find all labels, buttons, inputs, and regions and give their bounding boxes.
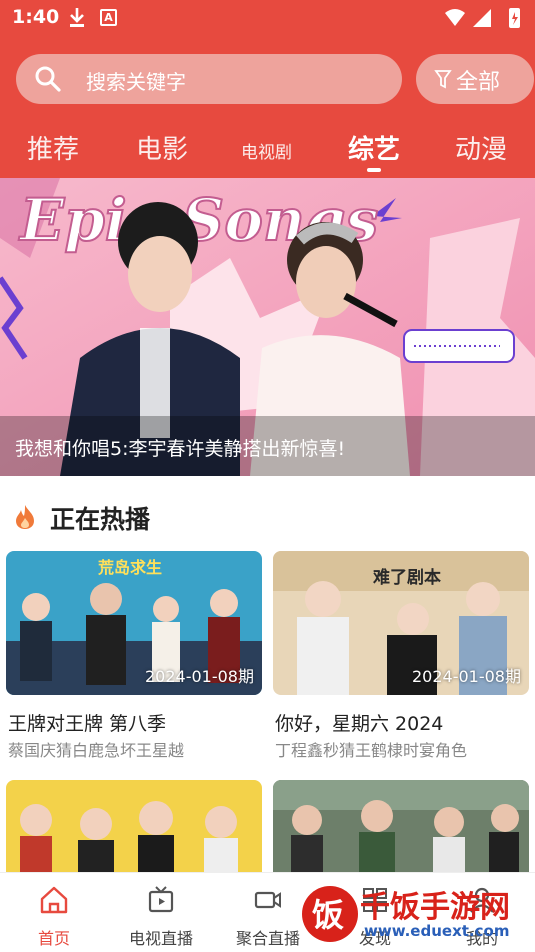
nav-home[interactable]: 首页: [4, 873, 104, 952]
status-icons: [445, 8, 520, 28]
filter-button[interactable]: 全部: [416, 54, 534, 104]
wifi-icon: [445, 9, 465, 26]
nav-tv-live[interactable]: 电视直播: [111, 873, 211, 952]
status-time: 1:40: [12, 6, 60, 28]
nav-label: 电视直播: [128, 929, 193, 948]
nav-label: 首页: [37, 929, 70, 948]
card-title: 你好，星期六 2024: [275, 713, 444, 735]
svg-text:饭: 饭: [312, 896, 344, 934]
episode-badge: 2024-01-08期: [412, 667, 521, 686]
banner-caption: 我想和你唱5:李宇春许美静搭出新惊喜!: [15, 438, 346, 460]
tab-tv-series[interactable]: 电视剧: [241, 138, 292, 163]
active-tab-indicator: [367, 168, 381, 172]
card-thumbnail: 难了剧本 2024-01-08期: [273, 551, 529, 695]
episode-badge: 2024-01-08期: [145, 667, 254, 686]
search-placeholder: 搜索关键字: [86, 70, 186, 94]
flame-icon: [16, 505, 34, 529]
tv-icon: [148, 886, 174, 913]
banner-carousel[interactable]: Epic Songs 我想和你唱5:李宇春许美静搭出新惊喜!: [0, 178, 535, 476]
watermark: 饭 千饭手游网 www.eduext.com: [300, 880, 530, 948]
card-title: 王牌对王牌 第八季: [8, 713, 167, 735]
tab-movie[interactable]: 电影: [136, 129, 188, 166]
status-bar: 1:40 A: [0, 0, 535, 36]
search-icon: [35, 66, 61, 92]
card-thumbnail: 荒岛求生 2024-01-08期: [6, 551, 262, 695]
card-subtitle: 蔡国庆猜白鹿急坏王星越: [8, 741, 185, 760]
search-bar[interactable]: 搜索关键字: [16, 54, 402, 104]
watermark-url: www.eduext.com: [364, 922, 510, 940]
filter-label: 全部: [456, 70, 501, 95]
tab-variety[interactable]: 综艺: [348, 129, 400, 166]
signal-icon: [473, 9, 491, 27]
card-thumbnail[interactable]: [273, 780, 529, 872]
watermark-brand: 千饭手游网: [360, 890, 510, 925]
tab-recommend[interactable]: 推荐: [27, 129, 79, 166]
card-thumb-text: 荒岛求生: [97, 558, 162, 577]
filter-icon: [434, 70, 452, 89]
notification-a-icon: A: [100, 9, 117, 26]
home-icon: [40, 886, 68, 914]
card-thumb-text: 难了剧本: [372, 567, 441, 588]
watermark-logo: 饭: [302, 886, 358, 942]
tab-anime[interactable]: 动漫: [455, 129, 507, 166]
card-subtitle: 丁程鑫秒猜王鹤棣时宴角色: [275, 741, 468, 760]
header: 1:40 A 搜索关键字 全部 推荐 电影 电视剧 综艺 动漫: [0, 0, 535, 178]
section-title: 正在热播: [50, 505, 151, 534]
download-icon: [70, 8, 84, 27]
card-thumbnail[interactable]: [6, 780, 262, 872]
video-icon: [254, 891, 281, 909]
